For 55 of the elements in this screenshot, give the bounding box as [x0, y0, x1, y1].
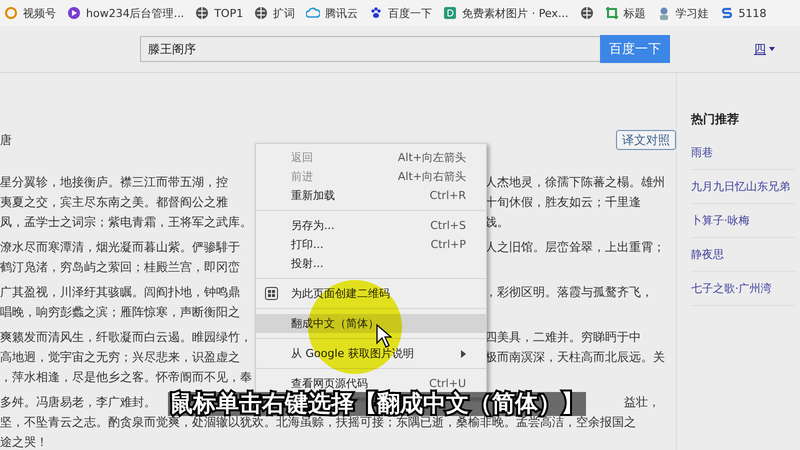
ring-icon	[4, 6, 18, 20]
menu-item[interactable]: 重新加载 Ctrl+R	[256, 186, 486, 205]
poem-text: 高地迥，觉宇宙之无穷；兴尽悲来，识盈虚之	[0, 348, 241, 366]
user-link[interactable]: 四	[754, 40, 766, 58]
menu-item[interactable]: 打印... Ctrl+P	[256, 235, 486, 254]
submenu-arrow-icon	[461, 350, 466, 358]
sidebar-link[interactable]: 雨巷	[691, 136, 796, 170]
poem-text: 爽籁发而清风生，纤歌凝而白云遏。睢园绿竹，	[0, 328, 253, 346]
globe-icon	[254, 6, 268, 20]
poem-text: 途之哭！	[0, 434, 48, 450]
poem-text: 唱晚，响穷彭蠡之滨；雁阵惊寒，声断衡阳之	[0, 304, 241, 320]
qr-code-icon	[265, 287, 278, 300]
bookmark-link[interactable]: 免费素材图片 · Pex...	[462, 6, 569, 20]
globe-icon[interactable]	[580, 6, 594, 20]
poem-text: 夷夏之交，宾主尽东南之美。都督阎公之雅	[0, 194, 229, 210]
crop-icon	[604, 6, 619, 20]
paw-icon	[369, 6, 384, 20]
sidebar-heading: 热门推荐	[691, 110, 740, 128]
bookmark-link[interactable]: 学习娃	[676, 6, 709, 20]
search-button[interactable]: 百度一下	[600, 35, 670, 63]
menu-item[interactable]: 为此页面创建二维码	[256, 284, 486, 303]
author-text: 唐	[0, 132, 12, 148]
poem-text: 多舛。冯唐易老，李广难封。	[0, 394, 156, 410]
bookmark-link[interactable]: 5118	[738, 6, 767, 20]
sidebar-link[interactable]: 静夜思	[691, 238, 796, 272]
sidebar-link[interactable]: 卜算子·咏梅	[691, 204, 796, 238]
poem-text: 广其盈视，川泽纡其骇瞩。闾阎扑地，钟鸣鼎	[0, 284, 241, 300]
poem-text: 鹤汀凫渚，穷岛屿之萦回；桂殿兰宫，即冈峦	[0, 258, 241, 276]
poem-text: 益壮，	[624, 394, 660, 410]
search-field[interactable]: 滕王阁序	[140, 36, 600, 62]
bookmark-link[interactable]: 腾讯云	[325, 6, 358, 20]
subtitle-caption: 鼠标单击右键选择【翻成中文（简体）】	[168, 392, 586, 416]
poem-text: 坚，不坠青云之志。酌贪泉而觉爽，处涸辙以犹欢。北海虽赊，扶摇可接；东隅已逝，桑榆非晚。孟尝高洁，空余报国之	[0, 414, 636, 430]
caret-icon	[769, 47, 775, 51]
bookmark-link[interactable]: how234后台管理...	[86, 6, 184, 20]
poem-text: 凤，孟学士之词宗；紫电青霜，王将军之武库。	[0, 214, 253, 230]
menu-item[interactable]: 投射...	[256, 254, 486, 273]
sidebar-link[interactable]: 七子之歌·广州湾	[691, 272, 796, 306]
poem-text: 潦水尽而寒潭清，烟光凝而暮山紫。俨骖騑于	[0, 238, 241, 256]
poem-text: ，彩彻区明。落霞与孤鹜齐飞，	[485, 284, 653, 300]
bookmark-link[interactable]: 扩词	[273, 6, 296, 20]
poem-text: ，萍水相逢，尽是他乡之客。怀帝阍而不见，奉	[0, 368, 253, 386]
poem-text: 星分翼轸，地接衡庐。襟三江而带五湖，控	[0, 174, 229, 190]
translation-compare-button[interactable]: 译文对照	[616, 130, 676, 150]
bookmark-link[interactable]: 视频号	[23, 6, 56, 20]
play-icon	[67, 6, 81, 20]
sidebar-link[interactable]: 九月九日忆山东兄弟	[691, 170, 796, 204]
letter-logo-icon	[443, 6, 458, 20]
s-logo-icon	[720, 6, 734, 20]
cloud-icon	[306, 6, 320, 20]
bookmark-link[interactable]: 百度一下	[388, 6, 432, 20]
bookmark-link[interactable]: TOP1	[214, 6, 244, 20]
menu-item[interactable]: 另存为... Ctrl+S	[256, 216, 486, 235]
bookmark-link[interactable]: 标题	[624, 6, 646, 20]
globe-icon	[195, 6, 210, 20]
